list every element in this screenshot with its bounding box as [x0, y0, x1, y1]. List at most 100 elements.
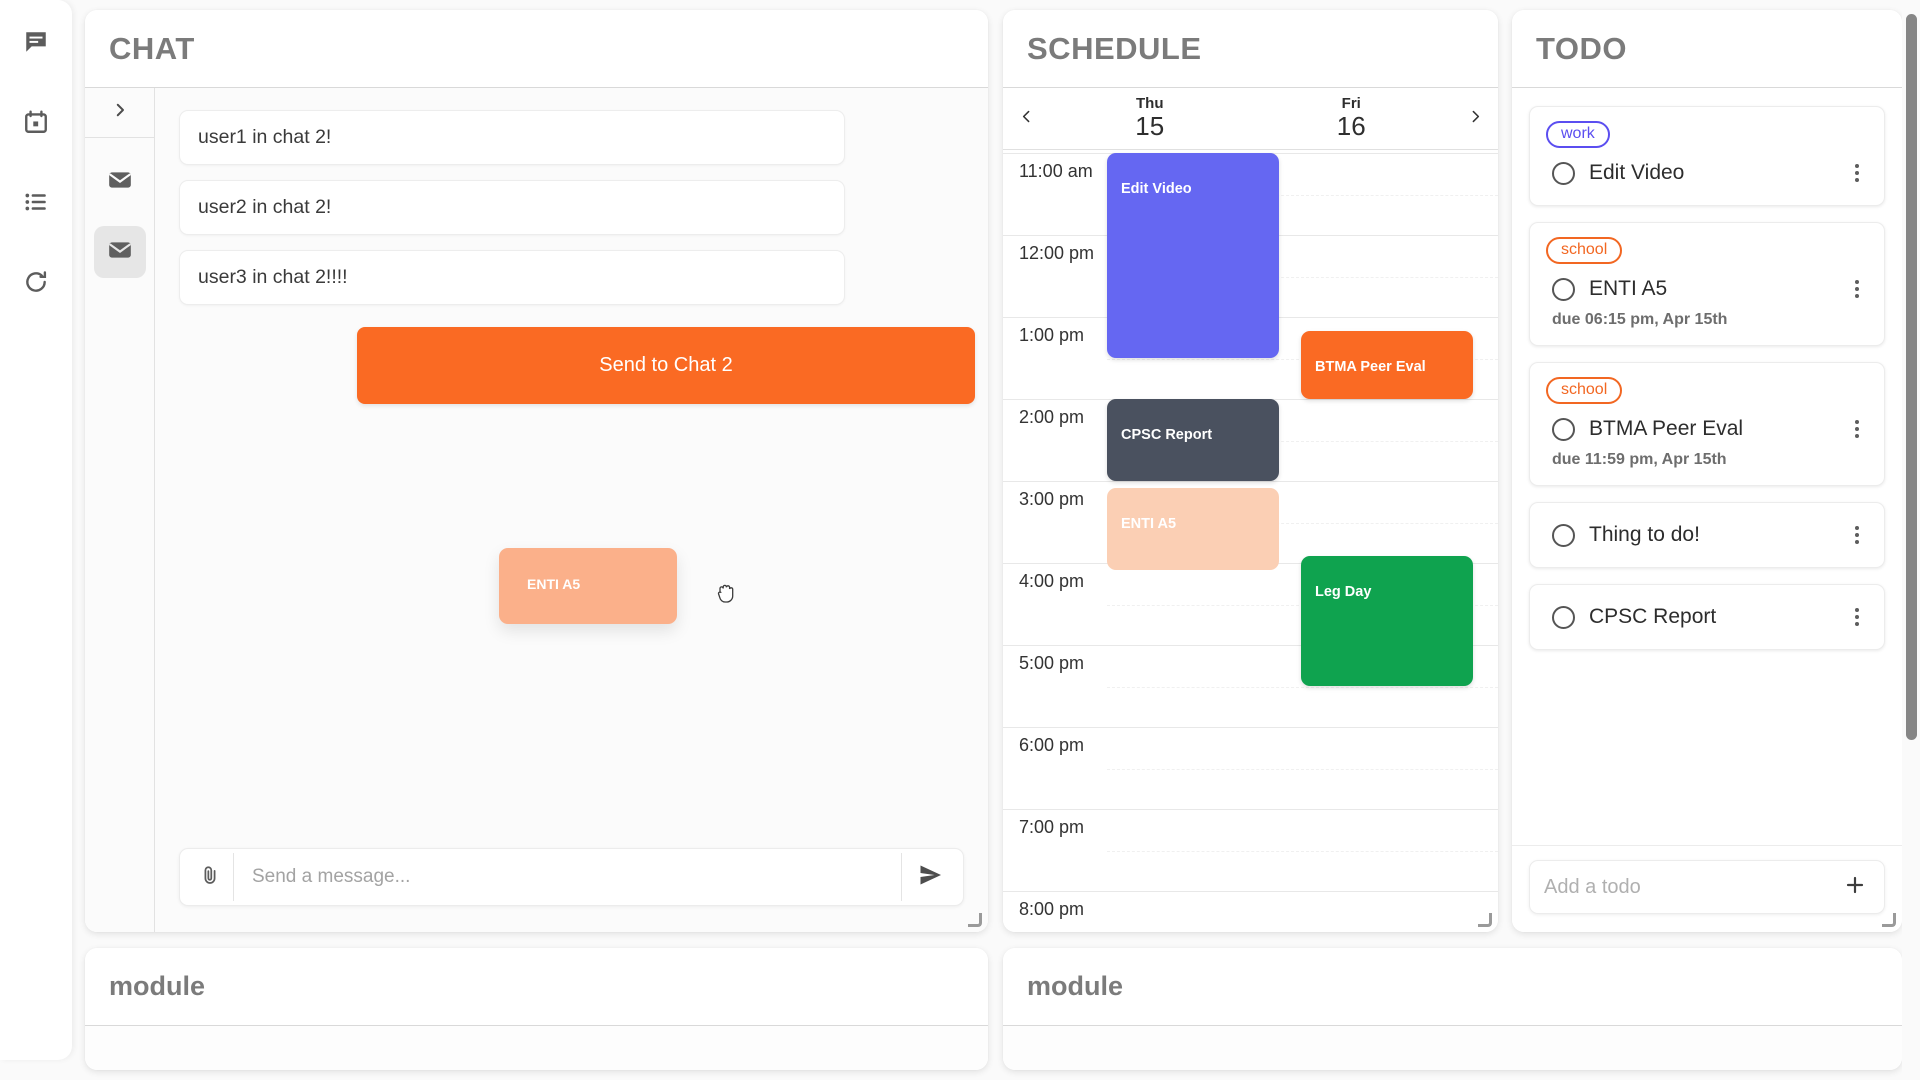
attach-file-button[interactable] [186, 853, 234, 901]
chat-body: user1 in chat 2! user2 in chat 2! user3 … [85, 88, 988, 932]
chat-input-bar [179, 848, 964, 906]
todo-row: CPSC Report [1546, 599, 1868, 633]
schedule-event-enti-a5[interactable]: ENTI A5 [1107, 487, 1279, 570]
next-day-button[interactable] [1452, 88, 1498, 150]
todo-label: Edit Video [1589, 161, 1685, 184]
schedule-panel-resize-handle[interactable] [1477, 912, 1494, 929]
todo-tag-work: work [1546, 121, 1610, 148]
todo-checkbox[interactable] [1552, 523, 1575, 547]
todo-label: CPSC Report [1589, 605, 1717, 628]
schedule-event-cpsc-report[interactable]: CPSC Report [1107, 399, 1279, 481]
module-right-title: module [1027, 971, 1124, 1001]
schedule-hour-label: 5:00 pm [1019, 653, 1085, 673]
schedule-hour-label: 6:00 pm [1019, 735, 1085, 755]
schedule-panel-title: SCHEDULE [1027, 30, 1202, 66]
schedule-half-hour-line [1107, 851, 1498, 852]
drag-ghost-event-enti-a5: ENTI A5 [499, 548, 677, 624]
add-todo-input[interactable] [1544, 875, 1840, 899]
todo-more-options-icon[interactable] [1846, 161, 1868, 185]
previous-day-button[interactable] [1003, 88, 1049, 150]
plus-icon [1843, 873, 1867, 902]
rail-item-refresh[interactable] [16, 262, 56, 302]
todo-checkbox[interactable] [1552, 417, 1575, 441]
module-left-body [85, 1026, 988, 1070]
todo-more-options-icon[interactable] [1846, 523, 1868, 547]
chat-channel-list [85, 88, 155, 932]
chat-panel-title: CHAT [109, 30, 195, 66]
todo-add-bar [1529, 860, 1885, 914]
todo-checkbox[interactable] [1552, 161, 1575, 185]
schedule-hour-label: 8:00 pm [1019, 899, 1085, 919]
schedule-grid-scroll[interactable]: 11:00 am 12:00 pm 1:00 pm 2:00 pm 3:00 pm 4:0… [1003, 150, 1498, 932]
chat-message: user3 in chat 2!!!! [179, 250, 845, 305]
todo-panel: TODO work Edit Video school ENTI A5 due 06:1… [1512, 10, 1902, 932]
chat-message-input[interactable] [234, 866, 901, 888]
chat-panel: CHAT user1 in chat 2! user2 in chat 2! u… [85, 10, 988, 932]
todo-row: Thing to do! [1546, 517, 1868, 551]
todo-panel-header: TODO [1512, 10, 1902, 88]
todo-row: Edit Video [1546, 155, 1868, 189]
todo-checkbox[interactable] [1552, 277, 1575, 301]
list-icon [23, 189, 49, 215]
envelope-icon [107, 167, 133, 198]
todo-due-date: due 06:15 pm, Apr 15th [1552, 311, 1728, 328]
todo-card[interactable]: work Edit Video [1529, 106, 1885, 206]
chat-channel-1[interactable] [94, 156, 146, 208]
chat-main: user1 in chat 2! user2 in chat 2! user3 … [155, 88, 988, 932]
todo-tag-school: school [1546, 237, 1623, 264]
todo-card[interactable]: CPSC Report [1529, 584, 1885, 650]
schedule-day-navigation: Thu 15 Fri 16 [1003, 88, 1498, 150]
schedule-hour-label: 4:00 pm [1019, 571, 1085, 591]
calendar-icon [23, 109, 49, 135]
todo-checkbox[interactable] [1552, 605, 1575, 629]
schedule-panel: SCHEDULE Thu 15 Fri 16 11:00 am 12:00 pm… [1003, 10, 1498, 932]
page-scrollbar-thumb[interactable] [1906, 14, 1917, 740]
chevron-right-icon [1467, 108, 1484, 130]
schedule-event-leg-day[interactable]: Leg Day [1301, 556, 1473, 686]
schedule-event-edit-video[interactable]: Edit Video [1107, 153, 1279, 358]
chat-panel-resize-handle[interactable] [967, 912, 984, 929]
todo-list[interactable]: work Edit Video school ENTI A5 due 06:15 pm,… [1512, 88, 1902, 845]
schedule-hour-label: 2:00 pm [1019, 407, 1085, 427]
todo-label: BTMA Peer Eval [1589, 417, 1744, 440]
chat-channel-2[interactable] [93, 226, 146, 278]
send-to-chat-2-button[interactable]: Send to Chat 2 [357, 327, 975, 404]
todo-tag-school: school [1546, 377, 1623, 404]
add-todo-button[interactable] [1840, 872, 1870, 902]
envelope-icon [107, 237, 133, 268]
rail-item-list[interactable] [16, 182, 56, 222]
grabbing-hand-cursor [716, 580, 738, 606]
rail-item-calendar[interactable] [16, 102, 56, 142]
schedule-day-number: 16 [1336, 111, 1366, 142]
todo-panel-resize-handle[interactable] [1881, 912, 1898, 929]
send-message-button[interactable] [901, 853, 957, 901]
todo-card[interactable]: school ENTI A5 due 06:15 pm, Apr 15th [1529, 222, 1885, 346]
todo-more-options-icon[interactable] [1846, 605, 1868, 629]
rail-item-chat[interactable] [16, 22, 56, 62]
schedule-event-btma-peer-eval[interactable]: BTMA Peer Eval [1301, 330, 1473, 399]
schedule-hour-label: 3:00 pm [1019, 489, 1085, 509]
schedule-hour-label: 11:00 am [1019, 161, 1093, 181]
todo-more-options-icon[interactable] [1846, 417, 1868, 441]
schedule-day-name: Fri [1341, 94, 1361, 112]
todo-panel-title: TODO [1536, 30, 1627, 66]
todo-row: ENTI A5 [1546, 271, 1868, 305]
module-panel-right: module [1003, 948, 1902, 1070]
todo-add-area [1512, 845, 1902, 932]
todo-card[interactable]: Thing to do! [1529, 502, 1885, 568]
todo-due-date: due 11:59 pm, Apr 15th [1552, 451, 1727, 468]
schedule-grid: 11:00 am 12:00 pm 1:00 pm 2:00 pm 3:00 pm 4:0… [1003, 150, 1498, 932]
schedule-hour-row: 8:00 pm [1003, 891, 1498, 932]
chevron-right-icon [111, 101, 129, 124]
schedule-day-header[interactable]: Fri 16 [1251, 95, 1453, 142]
schedule-day-header[interactable]: Thu 15 [1049, 95, 1251, 142]
module-panel-left: module [85, 948, 988, 1070]
schedule-half-hour-line [1107, 769, 1498, 770]
chat-expand-button[interactable] [85, 88, 155, 138]
schedule-half-hour-line [1107, 687, 1498, 688]
chat-message-list[interactable]: user1 in chat 2! user2 in chat 2! user3 … [155, 88, 988, 834]
todo-more-options-icon[interactable] [1846, 277, 1868, 301]
left-rail [0, 0, 72, 1060]
todo-card[interactable]: school BTMA Peer Eval due 11:59 pm, Apr 15… [1529, 362, 1885, 486]
todo-label: Thing to do! [1589, 523, 1700, 546]
